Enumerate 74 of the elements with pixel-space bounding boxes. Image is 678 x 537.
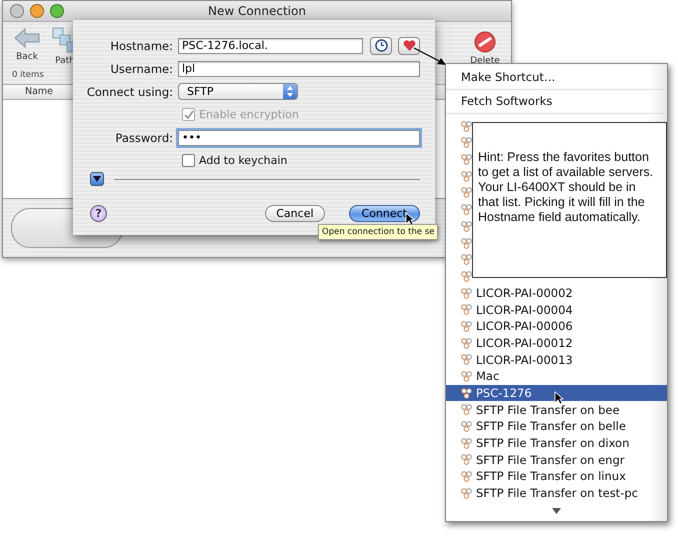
server-menu-item[interactable]: LICOR-PAI-00013 [446, 351, 667, 368]
network-icon [461, 404, 472, 416]
network-icon [461, 488, 472, 499]
checkbox[interactable] [182, 154, 195, 167]
tooltip: Open connection to the se [318, 224, 438, 240]
field-label: Hostname: [109, 38, 173, 52]
menu-item[interactable]: Fetch Softworks [446, 92, 667, 110]
network-icon [461, 137, 472, 148]
hint-note: Hint: Press the favorites button to get a list of available servers. Your LI-6400XT should be in that list. Picking it will fill in the Hostname field automatically. [472, 122, 667, 278]
zoom-button[interactable] [50, 4, 64, 18]
server-menu-item[interactable]: SFTP File Transfer on belle [446, 418, 667, 435]
window-title: New Connection [208, 4, 306, 18]
network-icon [461, 154, 472, 166]
network-icon [461, 270, 472, 282]
hostname-field[interactable]: PSC-1276.local. [178, 38, 363, 54]
field-label: Username: [110, 62, 173, 76]
cursor-icon [405, 212, 415, 226]
network-icon [461, 304, 472, 316]
network-icon [461, 370, 472, 382]
help-button[interactable]: ? [90, 204, 107, 222]
triangle-down-icon [93, 176, 101, 182]
network-icon [461, 338, 472, 349]
cancel-button[interactable]: Cancel [265, 204, 325, 222]
network-icon [461, 238, 472, 248]
network-icon [461, 187, 472, 198]
back-arrow-icon [14, 27, 40, 49]
clock-icon [374, 39, 388, 52]
network-icon [461, 388, 472, 399]
server-menu-item[interactable]: LICOR-PAI-00002 [446, 284, 667, 302]
item-count: 0 items [12, 70, 44, 82]
network-icon [461, 120, 472, 132]
heart-icon [402, 40, 416, 51]
stepper-arrows-icon [287, 86, 293, 97]
network-icon [461, 220, 472, 232]
checkbox-label: Add to keychain [199, 154, 288, 167]
network-icon [461, 254, 472, 266]
input-field[interactable]: lpl [178, 60, 420, 76]
favorites-button[interactable] [398, 36, 420, 54]
server-menu-item[interactable]: SFTP File Transfer on linux [446, 468, 667, 485]
toolbar-button[interactable]: Back [11, 27, 43, 66]
checkbox-label: Enable encryption [199, 108, 299, 121]
delete-icon [474, 31, 496, 53]
server-menu-item[interactable]: SFTP File Transfer on dixon [446, 434, 667, 452]
server-menu-item[interactable]: SFTP File Transfer on bee [446, 401, 667, 418]
disclosure-button[interactable] [90, 172, 104, 186]
network-icon [461, 320, 472, 332]
server-menu-item[interactable]: SFTP File Transfer on test-pc [446, 484, 667, 502]
field-label: Connect using: [86, 84, 173, 98]
cursor-icon [554, 391, 564, 405]
close-button[interactable] [10, 4, 24, 18]
connect-button[interactable]: Connect [348, 204, 420, 222]
network-icon [461, 354, 472, 366]
network-icon [461, 438, 472, 449]
server-menu-item[interactable]: LICOR-PAI-00012 [446, 334, 667, 352]
network-icon [461, 288, 472, 299]
toolbar-button[interactable]: Delete [469, 31, 501, 66]
network-icon [461, 170, 472, 182]
network-icon [461, 454, 472, 466]
pointer-arrow [413, 47, 447, 67]
input-field[interactable]: ••• [178, 130, 420, 146]
history-button[interactable] [370, 36, 392, 54]
server-menu-item[interactable]: LICOR-PAI-00006 [446, 318, 667, 335]
server-menu-item[interactable]: SFTP File Transfer on engr [446, 451, 667, 468]
server-menu-item[interactable]: PSC-1276 [446, 384, 667, 402]
protocol-dropdown[interactable]: SFTP [178, 83, 298, 100]
minimize-button[interactable] [30, 4, 44, 18]
network-icon [461, 470, 472, 482]
network-icon [461, 204, 472, 216]
server-menu-item[interactable]: Mac [446, 368, 667, 385]
server-menu-item[interactable]: LICOR-PAI-00004 [446, 301, 667, 318]
scroll-down-icon[interactable] [552, 508, 561, 514]
field-label: Password: [114, 130, 173, 144]
network-icon [461, 420, 472, 432]
menu-item[interactable]: Make Shortcut… [446, 68, 667, 86]
